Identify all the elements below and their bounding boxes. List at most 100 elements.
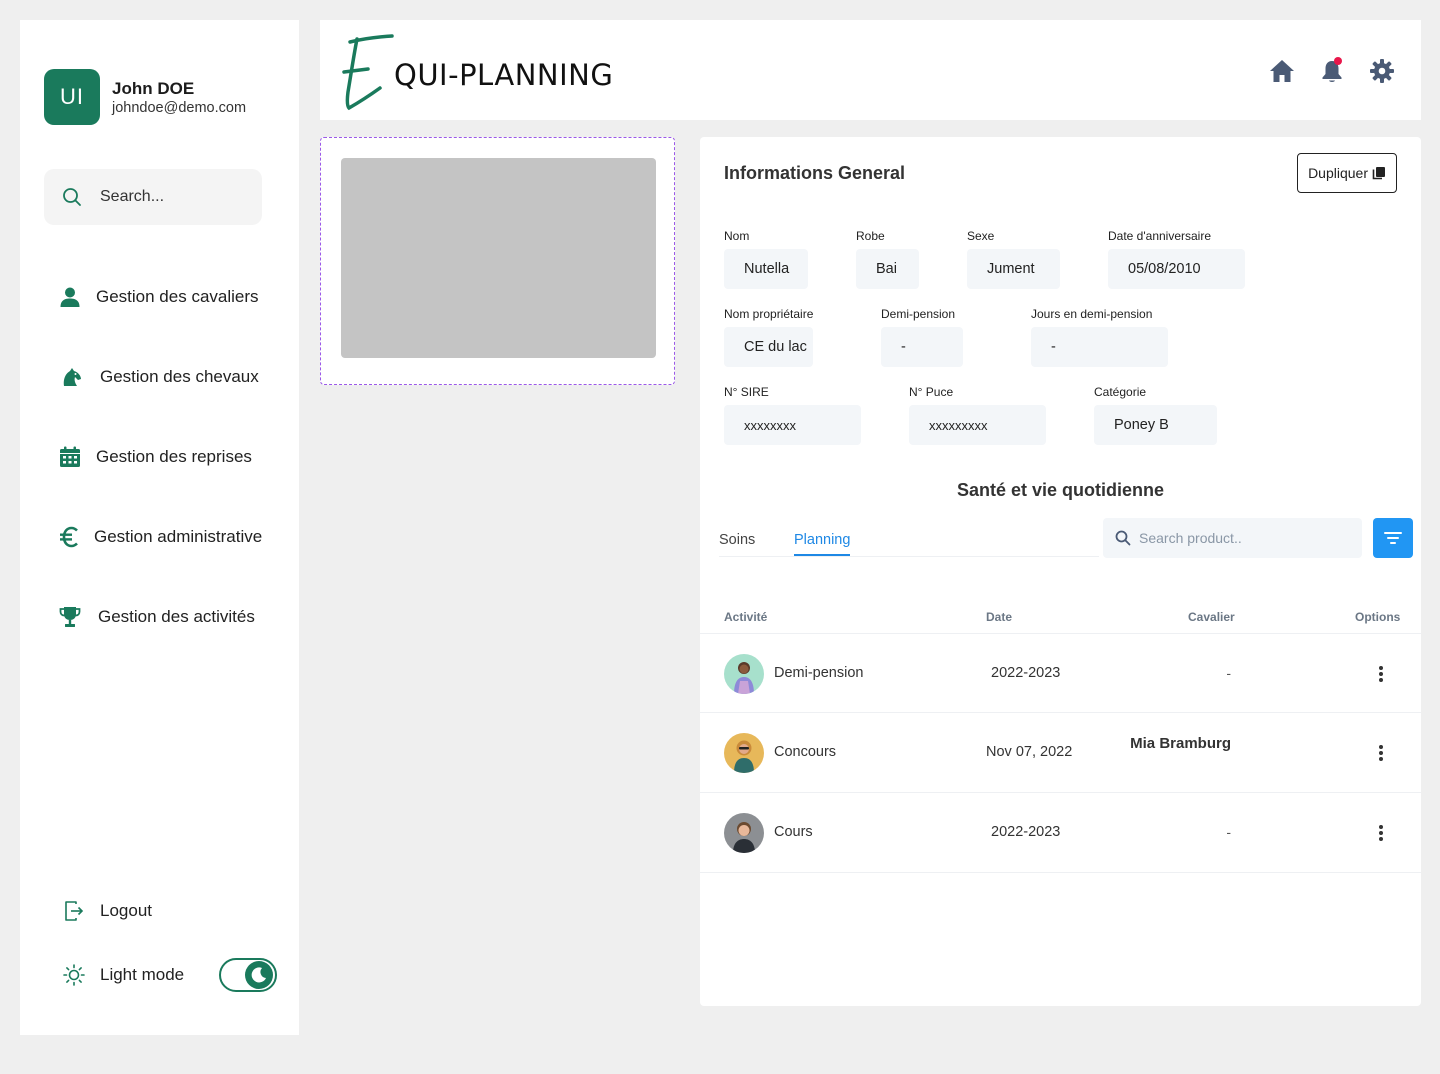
app-logo[interactable]: QUI-PLANNING xyxy=(342,34,613,116)
logo-text: QUI-PLANNING xyxy=(394,58,614,92)
more-options-icon[interactable] xyxy=(1377,743,1385,763)
top-header: QUI-PLANNING xyxy=(320,20,1421,120)
sidebar-item-label: Gestion administrative xyxy=(94,527,263,546)
sidebar: UI John DOE johndoe@demo.com Search... G… xyxy=(20,20,299,1035)
sexe-input[interactable]: Jument xyxy=(967,249,1060,289)
column-header-options: Options xyxy=(1355,610,1401,624)
row-cavalier: Mia Bramburg xyxy=(1130,735,1231,752)
field-label: Robe xyxy=(856,229,885,243)
logo-e-mark xyxy=(342,34,394,111)
row-date: Nov 07, 2022 xyxy=(986,744,1073,760)
field-label: Demi-pension xyxy=(881,307,956,321)
table-row[interactable]: Demi-pension 2022-2023 - xyxy=(700,633,1421,713)
row-date: 2022-2023 xyxy=(991,665,1061,681)
horse-image-placeholder xyxy=(341,158,656,358)
user-icon xyxy=(58,285,82,309)
robe-input[interactable]: Bai xyxy=(856,249,919,289)
horse-icon xyxy=(60,365,84,389)
horse-info-card: Informations General Dupliquer Nom Nutel… xyxy=(700,137,1421,1006)
search-icon xyxy=(63,188,81,206)
field-categorie: Catégorie Poney B xyxy=(1094,385,1217,445)
demi-pension-input[interactable]: - xyxy=(881,327,963,367)
field-robe: Robe Bai xyxy=(856,229,919,289)
search-placeholder: Search... xyxy=(100,188,165,205)
user-email: johndoe@demo.com xyxy=(112,99,247,116)
theme-row: Light mode xyxy=(62,960,184,990)
user-profile[interactable]: UI John DOE johndoe@demo.com xyxy=(44,69,246,125)
logout-label: Logout xyxy=(100,901,152,920)
trophy-icon xyxy=(58,605,82,629)
sidebar-item-cavaliers[interactable]: Gestion des cavaliers xyxy=(58,282,259,312)
nom-input[interactable]: Nutella xyxy=(724,249,808,289)
field-jours: Jours en demi-pension - xyxy=(1031,307,1168,367)
home-icon[interactable] xyxy=(1269,58,1295,84)
sidebar-search-input[interactable]: Search... xyxy=(44,169,262,225)
birthday-input[interactable]: 05/08/2010 xyxy=(1108,249,1245,289)
theme-label: Light mode xyxy=(100,965,185,984)
column-header-date[interactable]: Date xyxy=(986,610,1012,624)
product-search-input[interactable]: Search product.. xyxy=(1103,518,1362,558)
tab-planning[interactable]: Planning xyxy=(794,532,851,556)
field-label: Nom propriétaire xyxy=(724,307,814,321)
field-anniversaire: Date d'anniversaire 05/08/2010 xyxy=(1108,229,1245,289)
field-proprietaire: Nom propriétaire CE du lac xyxy=(724,307,813,367)
duplicate-button[interactable]: Dupliquer xyxy=(1297,153,1397,193)
row-activite: Demi-pension xyxy=(774,665,864,681)
card-title: Informations General xyxy=(724,163,906,183)
row-activite: Cours xyxy=(774,824,813,840)
duplicate-label: Dupliquer xyxy=(1308,165,1368,181)
field-nom: Nom Nutella xyxy=(724,229,808,289)
sidebar-item-label: Gestion des reprises xyxy=(96,447,252,466)
field-label: N° SIRE xyxy=(724,385,769,399)
row-cavalier: - xyxy=(1226,824,1231,840)
sun-icon xyxy=(62,963,86,987)
field-demi-pension: Demi-pension - xyxy=(881,307,963,367)
sidebar-item-chevaux[interactable]: Gestion des chevaux xyxy=(60,362,259,392)
puce-input[interactable]: xxxxxxxxx xyxy=(909,405,1046,445)
dark-mode-toggle[interactable] xyxy=(219,958,277,992)
euro-icon xyxy=(58,525,82,549)
field-label: N° Puce xyxy=(909,385,954,399)
row-avatar xyxy=(724,813,764,853)
field-label: Nom xyxy=(724,229,750,243)
table-row[interactable]: Concours Nov 07, 2022 Mia Bramburg xyxy=(700,713,1421,793)
avatar: UI xyxy=(44,69,100,125)
toggle-knob xyxy=(245,961,273,989)
table-row[interactable]: Cours 2022-2023 - xyxy=(700,793,1421,873)
column-header-cavalier[interactable]: Cavalier xyxy=(1188,610,1235,624)
logout-icon xyxy=(62,899,86,923)
jours-input[interactable]: - xyxy=(1031,327,1168,367)
field-puce: N° Puce xxxxxxxxx xyxy=(909,385,1046,445)
tab-soins[interactable]: Soins xyxy=(719,532,755,554)
sire-input[interactable]: xxxxxxxx xyxy=(724,405,861,445)
sidebar-item-label: Gestion des activités xyxy=(98,607,255,626)
filter-button[interactable] xyxy=(1373,518,1413,558)
field-sexe: Sexe Jument xyxy=(967,229,1060,289)
sidebar-item-activites[interactable]: Gestion des activités xyxy=(58,602,255,632)
more-options-icon[interactable] xyxy=(1377,823,1385,843)
row-avatar xyxy=(724,654,764,694)
field-sire: N° SIRE xxxxxxxx xyxy=(724,385,861,445)
categorie-input[interactable]: Poney B xyxy=(1094,405,1217,445)
image-dropzone[interactable] xyxy=(320,137,675,385)
section-title: Santé et vie quotidienne xyxy=(956,480,1165,500)
row-avatar xyxy=(724,733,764,773)
field-label: Catégorie xyxy=(1094,385,1147,399)
gear-icon[interactable] xyxy=(1369,58,1395,84)
logout-button[interactable]: Logout xyxy=(62,896,152,926)
field-label: Jours en demi-pension xyxy=(1031,307,1153,321)
field-label: Sexe xyxy=(967,229,995,243)
tab-bar: Soins Planning xyxy=(719,530,1099,557)
user-name: John DOE xyxy=(112,78,195,98)
bell-icon[interactable] xyxy=(1319,57,1345,84)
more-options-icon[interactable] xyxy=(1377,664,1385,684)
row-cavalier: - xyxy=(1226,665,1231,681)
sidebar-item-administrative[interactable]: Gestion administrative xyxy=(58,522,262,552)
search-placeholder: Search product.. xyxy=(1139,530,1242,546)
search-icon xyxy=(1115,530,1131,546)
field-label: Date d'anniversaire xyxy=(1108,229,1212,243)
copy-icon xyxy=(1372,167,1385,180)
column-header-activite[interactable]: Activité xyxy=(724,610,767,624)
owner-input[interactable]: CE du lac xyxy=(724,327,813,367)
sidebar-item-reprises[interactable]: Gestion des reprises xyxy=(58,442,252,472)
